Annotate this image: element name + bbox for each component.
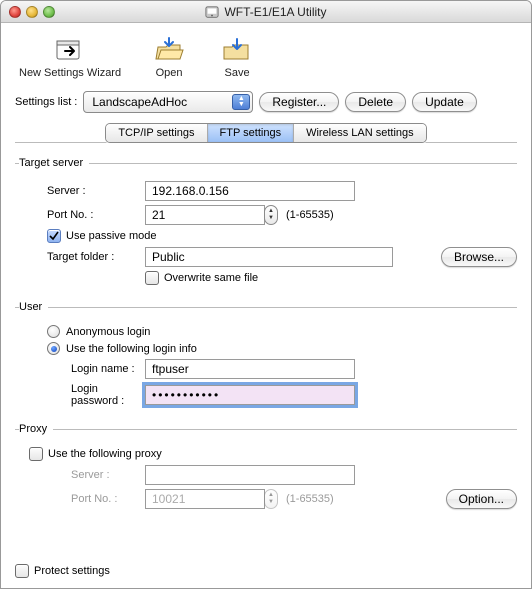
register-button[interactable]: Register... xyxy=(259,92,339,112)
updown-arrows-icon: ▲▼ xyxy=(232,94,250,110)
group-legend: User xyxy=(19,301,48,313)
use-proxy-checkbox[interactable] xyxy=(29,447,43,461)
proxy-port-label: Port No. : xyxy=(15,493,145,505)
close-window-button[interactable] xyxy=(9,6,21,18)
wizard-icon xyxy=(50,33,90,65)
user-group: User Anonymous login Use the following l… xyxy=(15,301,517,417)
use-login-info-label: Use the following login info xyxy=(66,343,197,355)
anonymous-login-label: Anonymous login xyxy=(66,326,150,338)
group-legend: Proxy xyxy=(19,423,53,435)
option-button[interactable]: Option... xyxy=(446,489,517,509)
settings-tabs: TCP/IP settings FTP settings Wireless LA… xyxy=(105,123,426,143)
proxy-port-stepper: ▲▼ xyxy=(264,489,278,509)
login-password-label: Login password : xyxy=(15,383,145,407)
server-input[interactable] xyxy=(145,181,355,201)
folder-save-icon xyxy=(217,33,257,65)
protect-settings-label: Protect settings xyxy=(34,565,110,577)
new-settings-wizard-button[interactable]: New Settings Wizard xyxy=(19,33,121,79)
proxy-group: Proxy Use the following proxy Server : P… xyxy=(15,423,517,519)
passive-mode-checkbox[interactable] xyxy=(47,229,61,243)
toolbar-label: New Settings Wizard xyxy=(19,67,121,79)
settings-list-value: LandscapeAdHoc xyxy=(92,95,187,109)
login-password-input[interactable]: ••••••••••• xyxy=(145,385,355,405)
toolbar-label: Open xyxy=(156,67,183,79)
titlebar: WFT-E1/E1A Utility xyxy=(1,1,531,23)
save-button[interactable]: Save xyxy=(217,33,257,79)
browse-button[interactable]: Browse... xyxy=(441,247,517,267)
update-button[interactable]: Update xyxy=(412,92,477,112)
proxy-server-label: Server : xyxy=(15,469,145,481)
login-name-label: Login name : xyxy=(15,363,145,375)
tab-wlan[interactable]: Wireless LAN settings xyxy=(294,124,426,142)
passive-mode-label: Use passive mode xyxy=(66,230,157,242)
port-hint: (1-65535) xyxy=(286,209,334,221)
overwrite-label: Overwrite same file xyxy=(164,272,258,284)
port-stepper[interactable]: ▲▼ xyxy=(264,205,278,225)
folder-open-icon xyxy=(149,33,189,65)
password-mask: ••••••••••• xyxy=(152,388,220,402)
group-legend: Target server xyxy=(19,157,89,169)
delete-button[interactable]: Delete xyxy=(345,92,406,112)
tab-ftp[interactable]: FTP settings xyxy=(208,124,295,142)
target-folder-input[interactable] xyxy=(145,247,393,267)
settings-list-popup[interactable]: LandscapeAdHoc ▲▼ xyxy=(83,91,253,113)
overwrite-checkbox[interactable] xyxy=(145,271,159,285)
minimize-window-button[interactable] xyxy=(26,6,38,18)
toolbar-label: Save xyxy=(225,67,250,79)
server-label: Server : xyxy=(15,185,145,197)
port-input[interactable] xyxy=(145,205,265,225)
target-server-group: Target server Server : Port No. : ▲▼ (1-… xyxy=(15,157,517,295)
tab-tcpip[interactable]: TCP/IP settings xyxy=(106,124,207,142)
use-login-info-radio[interactable] xyxy=(47,342,60,355)
use-proxy-label: Use the following proxy xyxy=(48,448,162,460)
zoom-window-button[interactable] xyxy=(43,6,55,18)
port-label: Port No. : xyxy=(15,209,145,221)
proxy-port-input xyxy=(145,489,265,509)
app-icon xyxy=(205,5,219,19)
open-button[interactable]: Open xyxy=(149,33,189,79)
window-title: WFT-E1/E1A Utility xyxy=(224,5,326,19)
settings-list-label: Settings list : xyxy=(15,96,77,108)
proxy-port-hint: (1-65535) xyxy=(286,493,334,505)
anonymous-login-radio[interactable] xyxy=(47,325,60,338)
login-name-input[interactable] xyxy=(145,359,355,379)
protect-settings-checkbox[interactable] xyxy=(15,564,29,578)
target-folder-label: Target folder : xyxy=(15,251,145,263)
proxy-server-input xyxy=(145,465,355,485)
